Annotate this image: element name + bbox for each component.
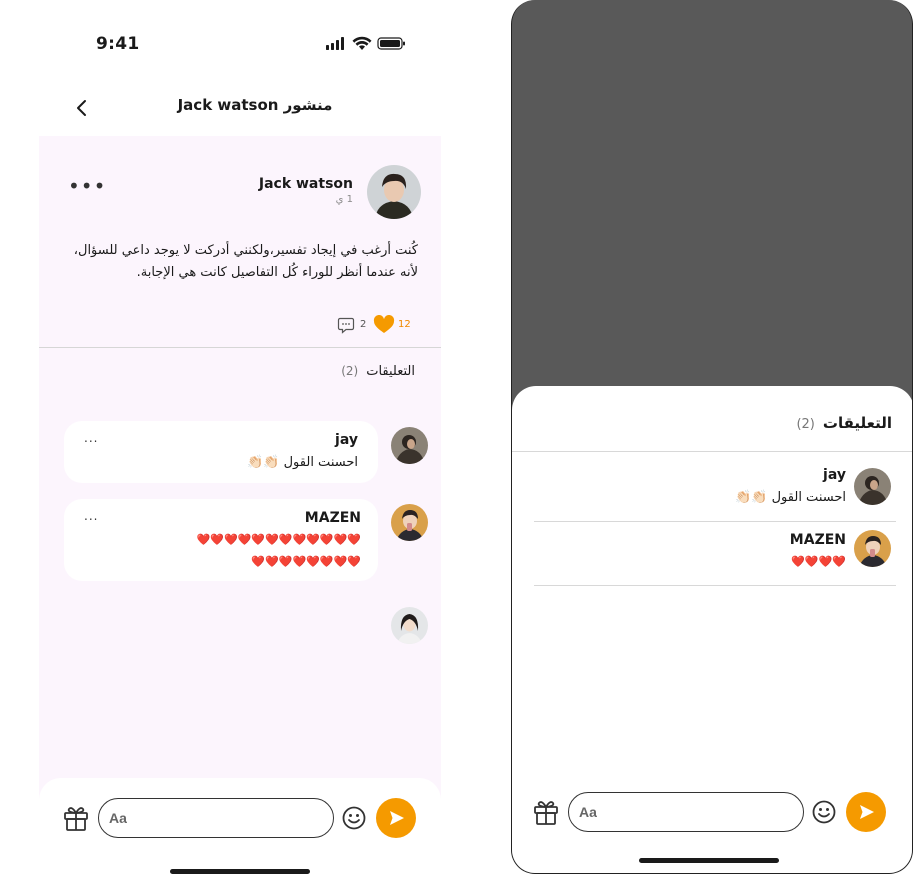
post-text: كُنت أرغب في إيجاد تفسير،ولكنني أدركت لا… bbox=[60, 240, 418, 284]
home-indicator bbox=[170, 869, 310, 874]
send-icon bbox=[390, 811, 404, 825]
post-text-line-1: كُنت أرغب في إيجاد تفسير،ولكنني أدركت لا… bbox=[73, 243, 418, 258]
post-screen: 9:41 منشور Jack watson ••• Jack watson 1… bbox=[0, 0, 480, 882]
comment-input[interactable] bbox=[98, 798, 334, 838]
commenter-avatar[interactable] bbox=[391, 504, 428, 541]
back-button[interactable] bbox=[70, 96, 94, 120]
emoji-icon[interactable] bbox=[341, 805, 367, 831]
comment-text: احسنت القول 👏🏻👏🏻 bbox=[735, 490, 846, 505]
sheet-heading: التعليقات (2) bbox=[796, 414, 892, 432]
divider bbox=[534, 585, 896, 586]
post-time: 1 ي bbox=[335, 194, 353, 205]
heart-icon[interactable] bbox=[373, 314, 395, 335]
comments-heading: التعليقات (2) bbox=[300, 364, 415, 379]
comment-text-line-1: ❤️❤️❤️❤️❤️❤️❤️❤️❤️❤️❤️❤️ bbox=[196, 533, 361, 546]
comment-author[interactable]: jay bbox=[823, 467, 846, 483]
home-indicator bbox=[639, 858, 779, 863]
status-icons bbox=[326, 36, 406, 52]
more-options-icon[interactable]: ••• bbox=[68, 176, 105, 196]
comment-bubble: ... jay احسنت القول 👏🏻👏🏻 bbox=[64, 421, 378, 483]
post-actions: 2 12 bbox=[335, 314, 415, 336]
sheet-title: التعليقات bbox=[822, 414, 892, 432]
divider bbox=[512, 451, 912, 452]
wifi-icon bbox=[352, 36, 372, 50]
battery-icon bbox=[377, 37, 405, 50]
send-button[interactable] bbox=[846, 792, 886, 832]
commenter-avatar[interactable] bbox=[854, 468, 891, 505]
page-title: منشور Jack watson bbox=[177, 96, 333, 114]
comment-author[interactable]: jay bbox=[335, 432, 358, 448]
divider bbox=[534, 521, 896, 522]
send-button[interactable] bbox=[376, 798, 416, 838]
chevron-left-icon bbox=[77, 100, 86, 116]
comments-sheet-screen: التعليقات (2) jay احسنت القول 👏🏻👏🏻 MAZEN … bbox=[511, 0, 913, 874]
status-time: 9:41 bbox=[96, 34, 140, 54]
like-count: 12 bbox=[398, 319, 411, 330]
comment-icon[interactable] bbox=[337, 316, 355, 334]
comment-bubble: ... MAZEN ❤️❤️❤️❤️❤️❤️❤️❤️❤️❤️❤️❤️ ❤️❤️❤… bbox=[64, 499, 378, 581]
comment-author[interactable]: MAZEN bbox=[790, 532, 846, 548]
send-icon bbox=[860, 805, 874, 819]
emoji-icon[interactable] bbox=[811, 799, 837, 825]
comment-more-icon[interactable]: ... bbox=[84, 509, 98, 523]
divider bbox=[39, 347, 441, 348]
post-text-line-2: لأنه عندما أنظر للوراء كُل التفاصيل كانت… bbox=[136, 265, 418, 280]
current-user-avatar[interactable] bbox=[391, 607, 428, 644]
signal-icon bbox=[326, 37, 344, 50]
gift-icon[interactable] bbox=[532, 798, 560, 826]
comment-text: احسنت القول 👏🏻👏🏻 bbox=[247, 455, 358, 470]
sheet-count: (2) bbox=[796, 417, 815, 432]
comment-more-icon[interactable]: ... bbox=[84, 431, 98, 445]
comment-count: 2 bbox=[360, 319, 367, 330]
commenter-avatar[interactable] bbox=[391, 427, 428, 464]
comments-count: (2) bbox=[341, 364, 359, 378]
gift-icon[interactable] bbox=[62, 804, 90, 832]
comment-author[interactable]: MAZEN bbox=[305, 510, 361, 526]
comment-input[interactable] bbox=[568, 792, 804, 832]
comment-text: ❤️❤️❤️❤️ bbox=[791, 555, 846, 568]
author-name[interactable]: Jack watson bbox=[200, 176, 353, 192]
commenter-avatar[interactable] bbox=[854, 530, 891, 567]
comments-bottom-sheet: التعليقات (2) jay احسنت القول 👏🏻👏🏻 MAZEN … bbox=[512, 386, 912, 873]
comments-title: التعليقات bbox=[366, 364, 415, 379]
author-avatar[interactable] bbox=[367, 165, 421, 219]
comment-text-line-2: ❤️❤️❤️❤️❤️❤️❤️❤️ bbox=[251, 555, 361, 568]
